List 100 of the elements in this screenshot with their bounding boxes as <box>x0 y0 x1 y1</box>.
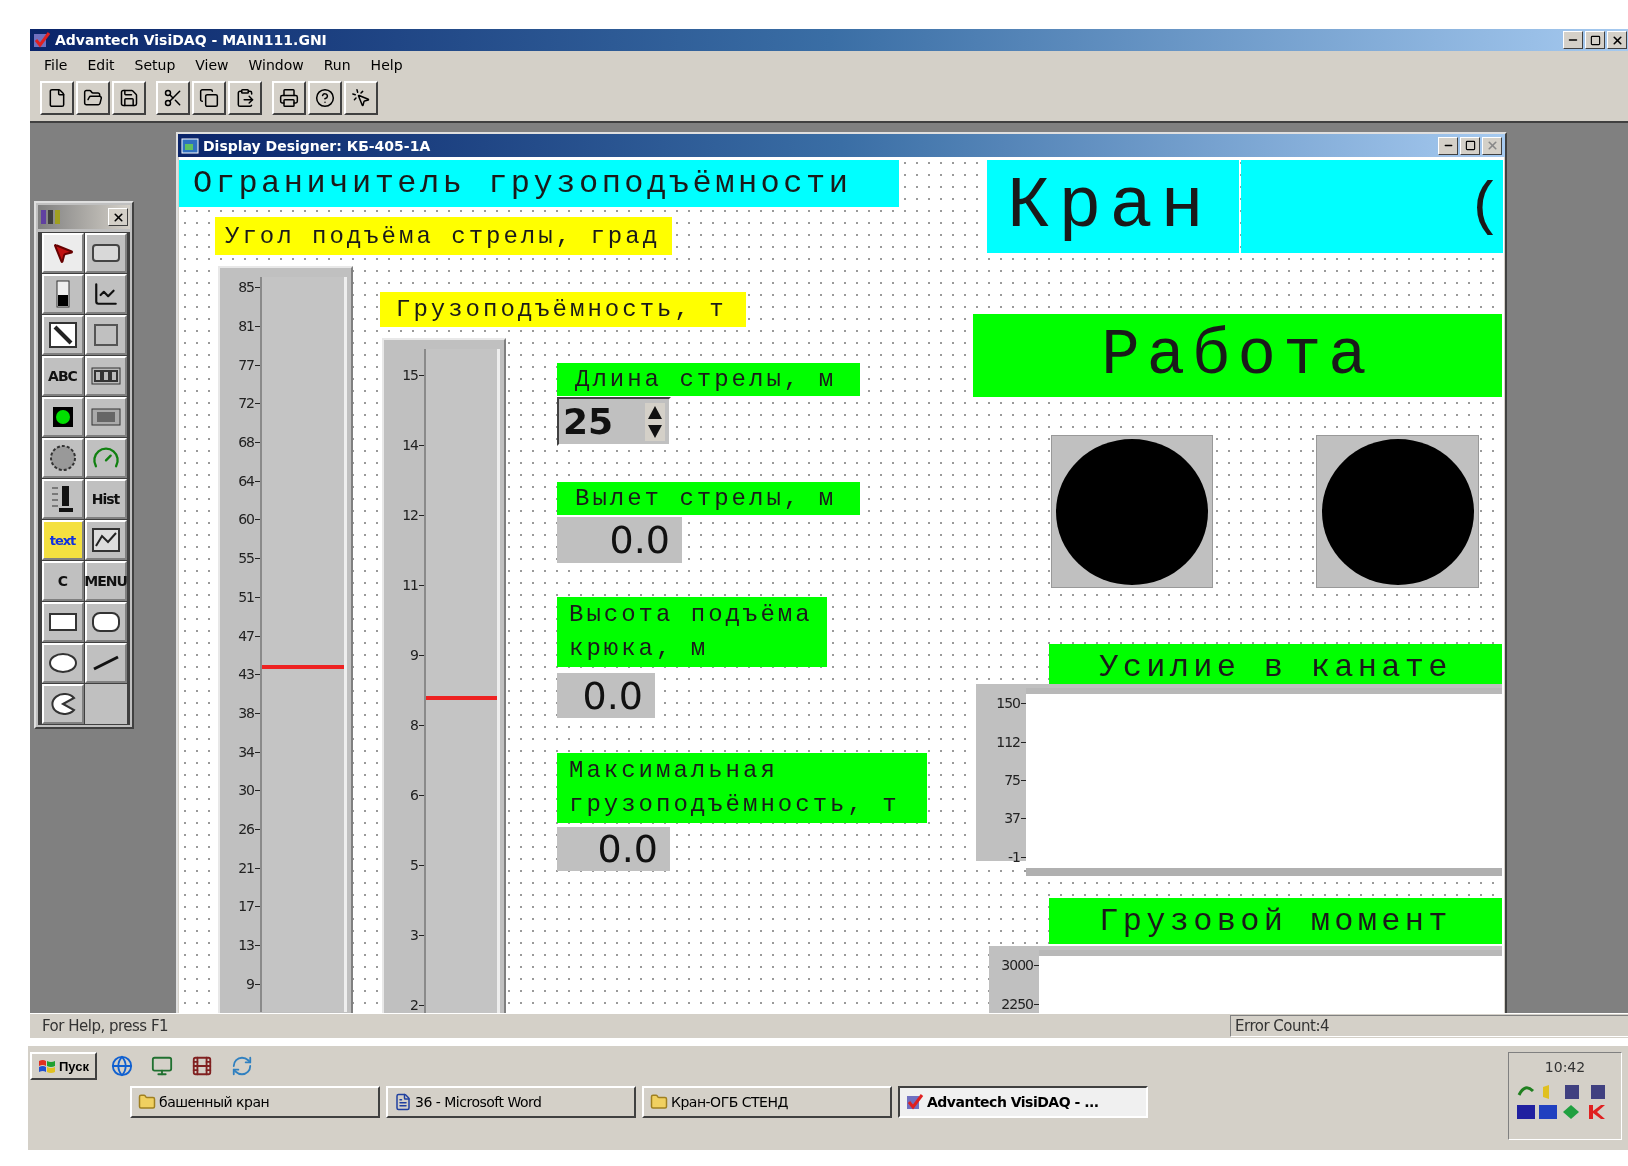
maximize-icon <box>1589 34 1601 46</box>
scale-tick-label: 9 <box>384 620 424 690</box>
taskbar-button[interactable]: Кран-ОГБ СТЕНД <box>642 1086 892 1118</box>
close-icon <box>111 210 125 224</box>
scale-tick-label: 51 <box>220 577 260 617</box>
tool-button[interactable] <box>41 274 84 314</box>
axis-tick-label: -1 <box>976 837 1026 876</box>
tool-button[interactable]: text <box>41 520 84 560</box>
tool-button[interactable] <box>41 233 84 273</box>
toolbar-button[interactable] <box>112 81 146 115</box>
blank-page-icon <box>47 88 67 108</box>
menu-item[interactable]: View <box>187 57 237 77</box>
line-chart-icon <box>92 281 119 307</box>
minimize-button[interactable] <box>1438 136 1458 155</box>
maximize-button[interactable] <box>1585 31 1605 49</box>
menu-item[interactable]: Run <box>315 57 359 77</box>
tool-button[interactable] <box>84 356 127 396</box>
scale-tick-label: 15 <box>384 340 424 410</box>
scale-tick-label: 72 <box>220 384 260 423</box>
toolbar-button[interactable] <box>192 81 226 115</box>
taskbar-button[interactable]: 36 - Microsoft Word <box>386 1086 636 1118</box>
axis-tick-label: 75 <box>976 760 1026 800</box>
close-icon <box>1610 33 1624 47</box>
maximize-button[interactable] <box>1460 136 1480 155</box>
tool-button[interactable] <box>84 520 127 560</box>
flag-icon <box>38 1058 56 1074</box>
scale-tick-label: 12 <box>384 480 424 550</box>
tool-button[interactable] <box>84 233 127 273</box>
tool-button[interactable] <box>84 643 127 683</box>
tool-button[interactable] <box>41 397 84 437</box>
knob-icon <box>48 444 77 472</box>
scale-tick-label: 2 <box>384 970 424 1013</box>
monitor-icon <box>151 1055 173 1077</box>
panel-label: Ограничитель грузоподъёмности <box>179 160 899 207</box>
spin-arrows-icon[interactable] <box>645 402 665 441</box>
checkmark-app-icon <box>33 31 51 49</box>
tool-button[interactable] <box>41 315 84 355</box>
tool-button[interactable] <box>41 643 84 683</box>
tool-button[interactable]: C <box>41 561 84 601</box>
scale-tick-label: 38 <box>220 693 260 733</box>
palette-icon <box>40 208 62 226</box>
tool-button[interactable]: ABC <box>41 356 84 396</box>
scissors-icon <box>163 88 183 108</box>
paste-icon <box>235 88 255 108</box>
toolbar-button[interactable] <box>272 81 306 115</box>
rectangle-icon <box>48 613 77 631</box>
close-button[interactable] <box>108 208 128 226</box>
scale-tick-label: 3 <box>384 900 424 970</box>
graph-icon <box>91 528 120 552</box>
taskbar-button[interactable]: башенный кран <box>130 1086 380 1118</box>
minimize-button[interactable] <box>1563 31 1583 49</box>
scale-tick-label: 30 <box>220 770 260 810</box>
menu-item[interactable]: Setup <box>126 57 184 77</box>
toolbar-button[interactable] <box>156 81 190 115</box>
digits-icon <box>90 367 121 385</box>
spin-box[interactable]: 25 <box>557 397 671 446</box>
menu-item[interactable]: Window <box>240 57 312 77</box>
tool-button[interactable] <box>84 274 127 314</box>
toolbar-button[interactable] <box>308 81 342 115</box>
tool-button[interactable] <box>84 438 127 478</box>
panel-label: Вылет стрелы, м <box>557 482 860 515</box>
scale-tick-label: 17 <box>220 887 260 926</box>
tool-button[interactable]: MENU <box>84 561 127 601</box>
menu-item[interactable]: File <box>36 57 76 77</box>
menu-item[interactable]: Help <box>362 57 411 77</box>
panel-label: Угол подъёма стрелы, град <box>215 217 672 255</box>
axis-tick-label: 112 <box>976 722 1026 761</box>
menu-item[interactable]: Edit <box>79 57 123 77</box>
folder-icon <box>650 1093 668 1111</box>
maximize-icon <box>1464 140 1476 151</box>
tool-button[interactable] <box>84 397 127 437</box>
axis-tick-label: 37 <box>976 799 1026 838</box>
toolbar-button[interactable] <box>344 81 378 115</box>
tool-button[interactable] <box>41 602 84 642</box>
save-icon <box>119 88 139 108</box>
tool-button[interactable] <box>41 479 84 519</box>
close-button[interactable] <box>1607 31 1627 49</box>
printer-icon <box>279 88 299 108</box>
tool-button[interactable] <box>41 684 84 724</box>
film-icon <box>191 1055 213 1077</box>
bar-meter-icon <box>49 484 76 514</box>
ellipse-icon <box>48 653 77 673</box>
panel-label: Кран <box>987 160 1239 253</box>
clock: 10:42 <box>1544 1059 1586 1075</box>
start-button[interactable]: Пуск <box>30 1052 97 1080</box>
taskbar-button[interactable]: Advantech VisiDAQ - ... <box>898 1086 1148 1118</box>
tool-button[interactable]: Hist <box>84 479 127 519</box>
close-button[interactable] <box>1482 136 1502 155</box>
toolbar-button[interactable] <box>76 81 110 115</box>
tool-button[interactable] <box>84 602 127 642</box>
window-title: Advantech VisiDAQ - MAIN111.GNI <box>55 32 328 48</box>
error-count: Error Count:4 <box>1230 1015 1628 1037</box>
tool-button[interactable] <box>41 438 84 478</box>
button-icon <box>91 244 120 262</box>
scale-tick-label: 26 <box>220 809 260 849</box>
toolbar-button[interactable] <box>40 81 74 115</box>
open-folder-icon <box>83 88 103 108</box>
tool-button[interactable] <box>84 315 127 355</box>
scale-tick-label: 14 <box>384 410 424 480</box>
toolbar-button[interactable] <box>228 81 262 115</box>
